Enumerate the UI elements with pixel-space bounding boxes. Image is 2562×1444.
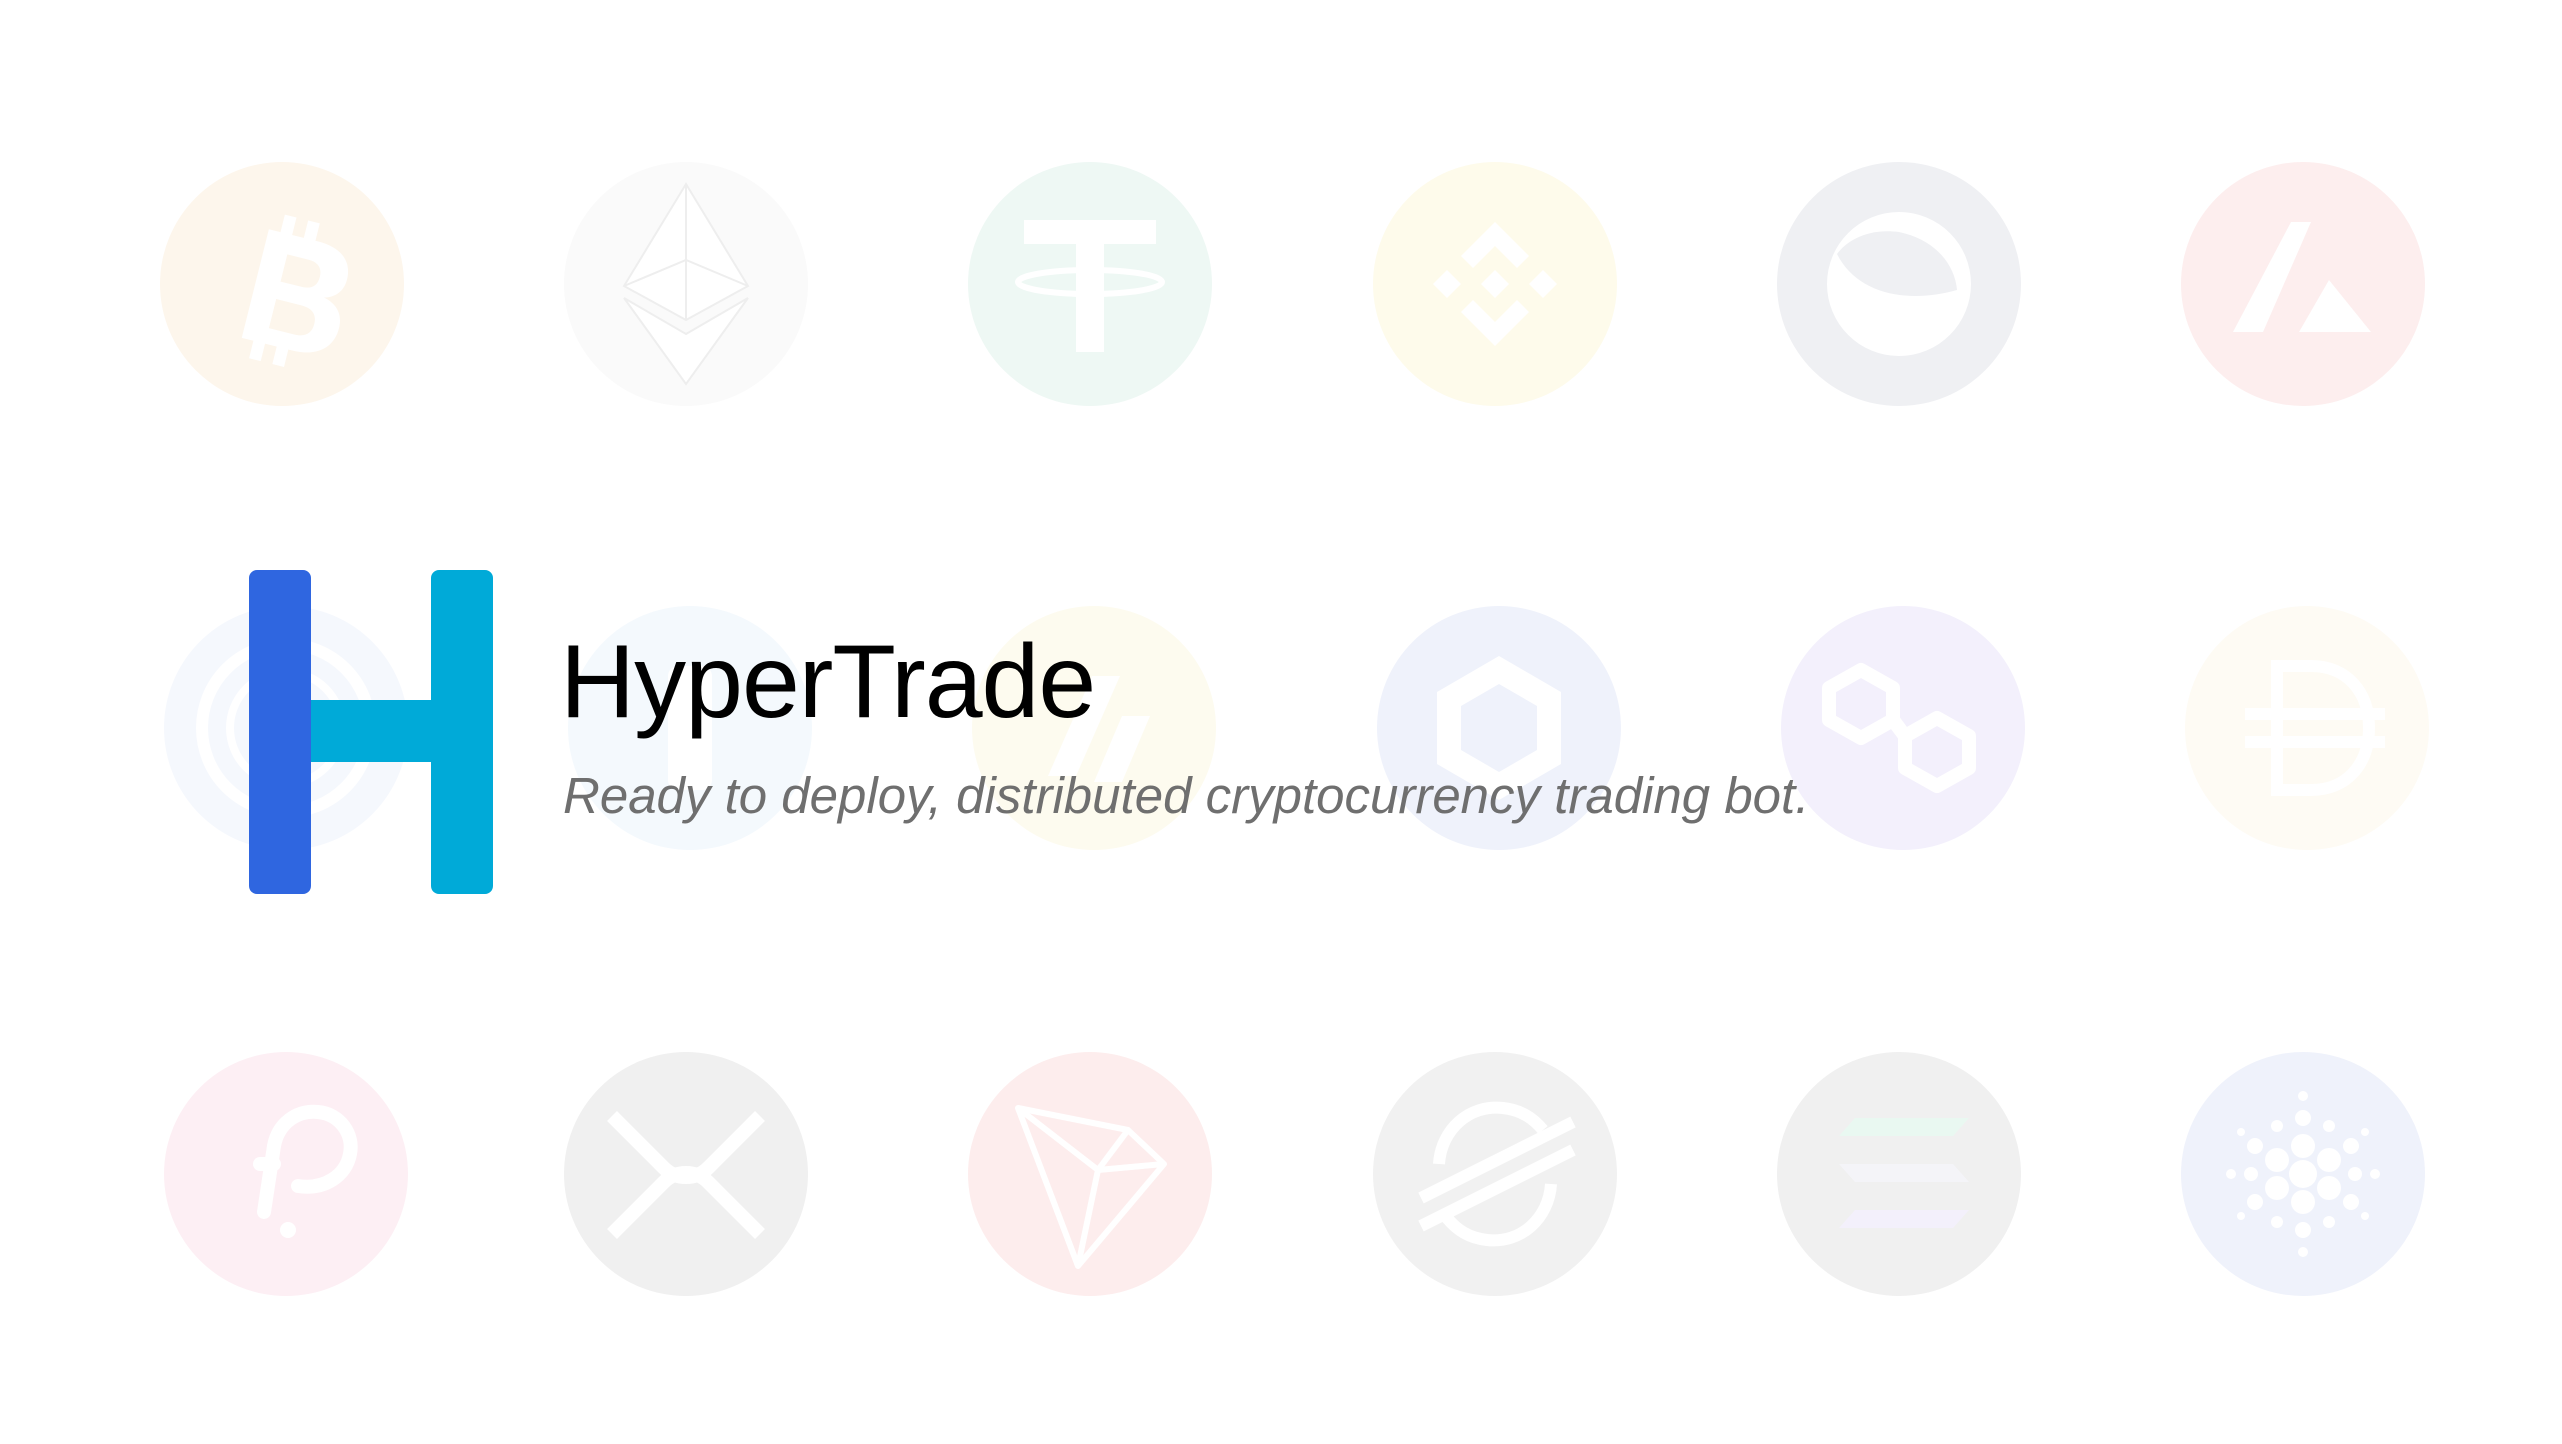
tron-icon: [968, 1052, 1212, 1296]
polygon-icon: [1781, 606, 2025, 850]
terra-luna-icon: [1777, 162, 2021, 406]
bitcoin-icon: [160, 162, 404, 406]
cardano-icon: [2181, 1052, 2425, 1296]
brand-tagline: Ready to deploy, distributed cryptocurre…: [563, 767, 1810, 824]
stellar-icon: [1373, 1052, 1617, 1296]
polkadot-icon: [164, 1052, 408, 1296]
logo-right-bar: [431, 570, 493, 894]
logo-left-bar: [249, 570, 311, 894]
stablecoin-dollar-icon: [2185, 606, 2429, 850]
xrp-icon: [564, 1052, 808, 1296]
hypertrade-logo: [249, 570, 493, 894]
logo-crossbar: [311, 700, 431, 762]
brand-title: HyperTrade: [560, 624, 1096, 740]
avalanche-icon: [2181, 162, 2425, 406]
ethereum-icon: [564, 162, 808, 406]
binance-coin-icon: [1373, 162, 1617, 406]
tether-icon: [968, 162, 1212, 406]
solana-icon: [1777, 1052, 2021, 1296]
